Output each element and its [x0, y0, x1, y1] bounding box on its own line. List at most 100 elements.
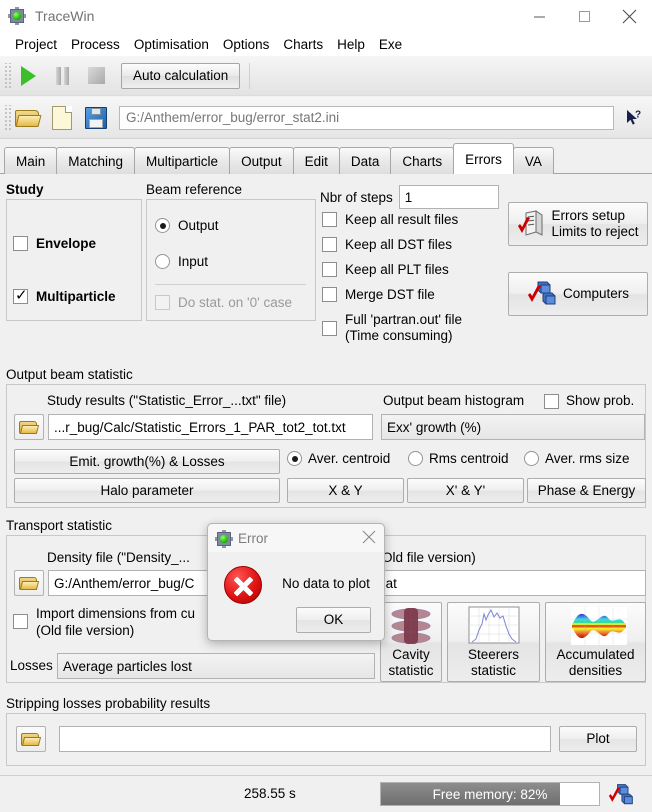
- halo-parameter-button[interactable]: Halo parameter: [14, 478, 280, 503]
- aver-rms-size-row[interactable]: Aver. rms size: [524, 451, 630, 466]
- accumulated-densities-thumbnail-icon: [570, 606, 627, 646]
- computers-icon[interactable]: [608, 783, 634, 807]
- import-dimensions-row[interactable]: Import dimensions from cu (Old file vers…: [13, 606, 195, 640]
- aver-centroid-label: Aver. centroid: [308, 451, 391, 466]
- error-cross-icon: [224, 566, 262, 604]
- full-partran-row[interactable]: Full 'partran.out' file (Time consuming): [322, 312, 462, 344]
- output-beam-statistic-label: Output beam statistic: [6, 367, 133, 382]
- cavity-statistic-thumbnail-icon: [385, 606, 437, 646]
- title-bar: TraceWin: [0, 0, 652, 32]
- menu-item-help[interactable]: Help: [330, 35, 372, 54]
- aver-centroid-radio[interactable]: [287, 451, 302, 466]
- new-document-icon[interactable]: [45, 101, 79, 135]
- density-file-label: Density file ("Density_...: [47, 550, 190, 565]
- nbr-of-steps-input[interactable]: 1: [398, 185, 499, 209]
- menu-item-charts[interactable]: Charts: [276, 35, 330, 54]
- aver-centroid-row[interactable]: Aver. centroid: [287, 451, 390, 466]
- show-prob-label: Show prob.: [566, 393, 635, 408]
- study-results-input[interactable]: ...r_bug/Calc/Statistic_Errors_1_PAR_tot…: [48, 414, 373, 440]
- density-file-browse-icon[interactable]: [14, 570, 44, 596]
- envelope-checkbox-row[interactable]: Envelope: [13, 236, 96, 251]
- tab-errors[interactable]: Errors: [453, 143, 514, 174]
- close-icon[interactable]: [362, 530, 376, 547]
- do-stat-checkbox: [155, 295, 170, 310]
- input-radio[interactable]: [155, 254, 170, 269]
- beam-reference-output-row[interactable]: Output: [155, 218, 219, 233]
- rms-centroid-row[interactable]: Rms centroid: [408, 451, 509, 466]
- errors-setup-button[interactable]: Errors setup Limits to reject: [508, 202, 648, 246]
- open-folder-icon[interactable]: [11, 101, 45, 135]
- keep-dst-files-row[interactable]: Keep all DST files: [322, 237, 452, 252]
- tab-multiparticle[interactable]: Multiparticle: [134, 147, 231, 174]
- steerers-statistic-label-line2: statistic: [470, 662, 516, 678]
- play-icon[interactable]: [11, 59, 45, 93]
- emit-growth-losses-button[interactable]: Emit. growth(%) & Losses: [14, 449, 280, 474]
- menu-item-options[interactable]: Options: [216, 35, 277, 54]
- maximize-icon[interactable]: [562, 0, 607, 32]
- keep-plt-files-row[interactable]: Keep all PLT files: [322, 262, 449, 277]
- menu-item-process[interactable]: Process: [64, 35, 127, 54]
- menu-item-exe[interactable]: Exe: [372, 35, 409, 54]
- show-prob-checkbox[interactable]: [544, 394, 559, 409]
- rms-centroid-radio[interactable]: [408, 451, 423, 466]
- merge-dst-file-checkbox[interactable]: [322, 287, 337, 302]
- tab-data[interactable]: Data: [338, 147, 392, 174]
- tab-edit[interactable]: Edit: [292, 147, 340, 174]
- toolbar-gripper[interactable]: [3, 62, 11, 89]
- multiparticle-checkbox[interactable]: [13, 287, 28, 304]
- study-results-label: Study results ("Statistic_Error_...txt" …: [47, 393, 287, 408]
- output-radio[interactable]: [155, 218, 170, 233]
- save-icon[interactable]: [79, 101, 113, 135]
- whats-this-help-icon[interactable]: ?: [620, 105, 648, 131]
- histogram-select[interactable]: Εxx' growth (%): [381, 414, 645, 440]
- cavity-statistic-label-line1: Cavity: [392, 646, 430, 662]
- full-partran-checkbox[interactable]: [322, 321, 337, 336]
- import-dimensions-checkbox[interactable]: [13, 614, 28, 629]
- error-dialog-titlebar: Error: [208, 524, 384, 552]
- stripping-path-input[interactable]: [59, 726, 551, 752]
- tab-va[interactable]: VA: [512, 147, 554, 174]
- study-results-browse-icon[interactable]: [14, 414, 44, 440]
- xp-and-yp-button[interactable]: X' & Y': [407, 478, 524, 503]
- stripping-browse-icon[interactable]: [16, 726, 46, 752]
- plot-button[interactable]: Plot: [559, 726, 637, 752]
- pause-icon[interactable]: [45, 59, 79, 93]
- cavity-statistic-button[interactable]: Cavity statistic: [380, 602, 442, 682]
- merge-dst-file-row[interactable]: Merge DST file: [322, 287, 435, 302]
- run-toolbar: Auto calculation: [0, 56, 652, 96]
- multiparticle-checkbox-row[interactable]: Multiparticle: [13, 287, 116, 304]
- accumulated-densities-button[interactable]: Accumulated densities: [545, 602, 646, 682]
- file-toolbar-gripper[interactable]: [3, 104, 11, 131]
- menu-item-optimisation[interactable]: Optimisation: [127, 35, 216, 54]
- error-dialog-message: No data to plot: [282, 576, 370, 591]
- keep-result-files-row[interactable]: Keep all result files: [322, 212, 458, 227]
- envelope-label: Envelope: [36, 236, 97, 251]
- close-icon[interactable]: [607, 0, 652, 32]
- beam-reference-divider: [155, 284, 306, 285]
- keep-dst-files-checkbox[interactable]: [322, 237, 337, 252]
- beam-reference-input-row[interactable]: Input: [155, 254, 208, 269]
- project-path-input[interactable]: G:/Anthem/error_bug/error_stat2.ini: [119, 105, 614, 130]
- input-label: Input: [178, 254, 209, 269]
- losses-select[interactable]: Average particles lost: [57, 653, 375, 679]
- keep-plt-files-checkbox[interactable]: [322, 262, 337, 277]
- menu-item-project[interactable]: Project: [8, 35, 64, 54]
- tab-main[interactable]: Main: [4, 147, 58, 174]
- accumulated-densities-label-line1: Accumulated: [556, 646, 635, 662]
- minimize-icon[interactable]: [517, 0, 562, 32]
- ok-button[interactable]: OK: [296, 607, 371, 633]
- keep-result-files-checkbox[interactable]: [322, 212, 337, 227]
- tab-output[interactable]: Output: [229, 147, 294, 174]
- tab-charts[interactable]: Charts: [390, 147, 455, 174]
- steerers-statistic-button[interactable]: Steerers statistic: [447, 602, 540, 682]
- phase-and-energy-button[interactable]: Phase & Energy: [527, 478, 646, 503]
- envelope-checkbox[interactable]: [13, 236, 28, 251]
- keep-dst-files-label: Keep all DST files: [345, 237, 453, 252]
- computers-button[interactable]: Computers: [508, 272, 648, 316]
- x-and-y-button[interactable]: X & Y: [287, 478, 404, 503]
- stop-icon[interactable]: [79, 59, 113, 93]
- do-stat-row: Do stat. on '0' case: [155, 295, 292, 310]
- tab-matching[interactable]: Matching: [56, 147, 136, 174]
- aver-rms-size-radio[interactable]: [524, 451, 539, 466]
- auto-calculation-button[interactable]: Auto calculation: [121, 62, 241, 89]
